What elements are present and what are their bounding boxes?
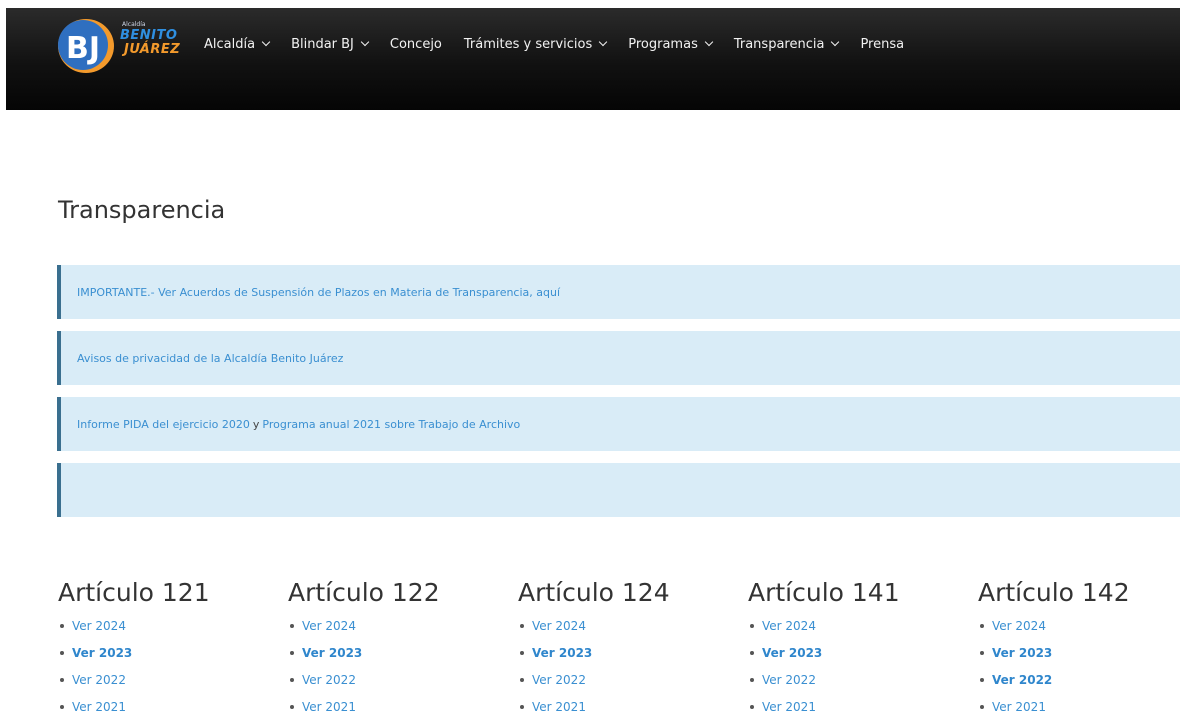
year-link[interactable]: Ver 2024 (58, 619, 258, 646)
nav-item-blindar-bj[interactable]: Blindar BJ (291, 36, 370, 52)
article-column: Artículo 121 Ver 2024 Ver 2023 Ver 2022 … (58, 578, 258, 711)
article-title: Artículo 142 (978, 578, 1130, 607)
year-link-list: Ver 2024 Ver 2023 Ver 2022 Ver 2021 (748, 619, 948, 711)
logo-link[interactable]: BJ Alcaldía BENITO JUÁREZ (54, 15, 194, 73)
nav-item-prensa[interactable]: Prensa (860, 37, 904, 52)
logo-line-2: JUÁREZ (124, 42, 181, 57)
notice-box: IMPORTANTE.- Ver Acuerdos de Suspensión … (57, 265, 1180, 319)
nav-item-label: Programas (628, 36, 698, 52)
article-column: Artículo 141 Ver 2024 Ver 2023 Ver 2022 … (748, 578, 948, 711)
nav-item-tramites[interactable]: Trámites y servicios (463, 36, 608, 52)
article-title: Artículo 141 (748, 578, 900, 607)
nav-item-label: Prensa (860, 36, 905, 52)
year-link[interactable]: Ver 2023 (748, 646, 948, 673)
top-navbar: BJ Alcaldía BENITO JUÁREZ Alcaldía Blind… (6, 8, 1180, 110)
year-link[interactable]: Ver 2021 (748, 700, 948, 711)
nav-item-label: Blindar BJ (291, 36, 354, 52)
nav-item-alcaldia[interactable]: Alcaldía (204, 36, 271, 52)
logo-wordmark: BENITO JUÁREZ (120, 29, 180, 57)
article-title: Artículo 121 (58, 578, 210, 607)
notice-box: Avisos de privacidad de la Alcaldía Beni… (57, 331, 1180, 385)
main-nav: Alcaldía Blindar BJ Concejo Trámites y s… (204, 34, 926, 54)
chevron-down-icon (599, 37, 608, 47)
logo-line-1: BENITO (120, 28, 178, 43)
notice-box-empty (57, 463, 1180, 517)
notice-box: Informe PIDA del ejercicio 2020 y Progra… (57, 397, 1180, 451)
year-link[interactable]: Ver 2021 (288, 700, 488, 711)
nav-item-label: Trámites y servicios (463, 36, 593, 52)
notice-link-pida-report[interactable]: Informe PIDA del ejercicio 2020 (77, 418, 250, 431)
nav-item-label: Transparencia (733, 36, 825, 52)
nav-item-label: Concejo (389, 36, 442, 52)
year-link[interactable]: Ver 2022 (748, 673, 948, 700)
article-column: Artículo 122 Ver 2024 Ver 2023 Ver 2022 … (288, 578, 488, 711)
year-link[interactable]: Ver 2022 (518, 673, 718, 700)
logo-small-text: Alcaldía (122, 21, 146, 28)
year-link[interactable]: Ver 2022 (288, 673, 488, 700)
nav-item-concejo[interactable]: Concejo (390, 37, 442, 52)
year-link-list: Ver 2024 Ver 2023 Ver 2022 Ver 2021 (978, 619, 1178, 711)
year-link[interactable]: Ver 2024 (518, 619, 718, 646)
notice-list: IMPORTANTE.- Ver Acuerdos de Suspensión … (57, 265, 1180, 529)
notice-joiner-text: y (252, 417, 260, 431)
year-link-list: Ver 2024 Ver 2023 Ver 2022 Ver 2021 (58, 619, 258, 711)
article-column: Artículo 142 Ver 2024 Ver 2023 Ver 2022 … (978, 578, 1178, 711)
year-link[interactable]: Ver 2022 (978, 673, 1178, 700)
chevron-down-icon (360, 37, 370, 47)
nav-item-programas[interactable]: Programas (628, 36, 714, 52)
article-column: Artículo 124 Ver 2024 Ver 2023 Ver 2022 … (518, 578, 718, 711)
year-link[interactable]: Ver 2021 (518, 700, 718, 711)
chevron-down-icon (704, 37, 714, 47)
year-link[interactable]: Ver 2024 (748, 619, 948, 646)
article-columns: Artículo 121 Ver 2024 Ver 2023 Ver 2022 … (58, 578, 1180, 711)
chevron-down-icon (831, 37, 840, 47)
notice-link-archive-program[interactable]: Programa anual 2021 sobre Trabajo de Arc… (262, 418, 520, 431)
logo-mark: BJ (66, 31, 100, 66)
year-link-list: Ver 2024 Ver 2023 Ver 2022 Ver 2021 (518, 619, 718, 711)
year-link[interactable]: Ver 2024 (978, 619, 1178, 646)
year-link[interactable]: Ver 2023 (518, 646, 718, 673)
article-title: Artículo 122 (288, 578, 440, 607)
nav-item-label: Alcaldía (204, 36, 256, 52)
chevron-down-icon (261, 37, 271, 47)
page-title: Transparencia (58, 196, 226, 224)
nav-item-transparencia[interactable]: Transparencia (733, 36, 840, 52)
year-link[interactable]: Ver 2023 (58, 646, 258, 673)
year-link[interactable]: Ver 2023 (978, 646, 1178, 673)
logo-icon: BJ (58, 19, 114, 73)
year-link-list: Ver 2024 Ver 2023 Ver 2022 Ver 2021 (288, 619, 488, 711)
year-link[interactable]: Ver 2021 (978, 700, 1178, 711)
notice-link-privacy[interactable]: Avisos de privacidad de la Alcaldía Beni… (77, 352, 343, 365)
year-link[interactable]: Ver 2021 (58, 700, 258, 711)
year-link[interactable]: Ver 2023 (288, 646, 488, 673)
year-link[interactable]: Ver 2022 (58, 673, 258, 700)
year-link[interactable]: Ver 2024 (288, 619, 488, 646)
article-title: Artículo 124 (518, 578, 670, 607)
notice-link-suspension[interactable]: IMPORTANTE.- Ver Acuerdos de Suspensión … (77, 286, 560, 299)
